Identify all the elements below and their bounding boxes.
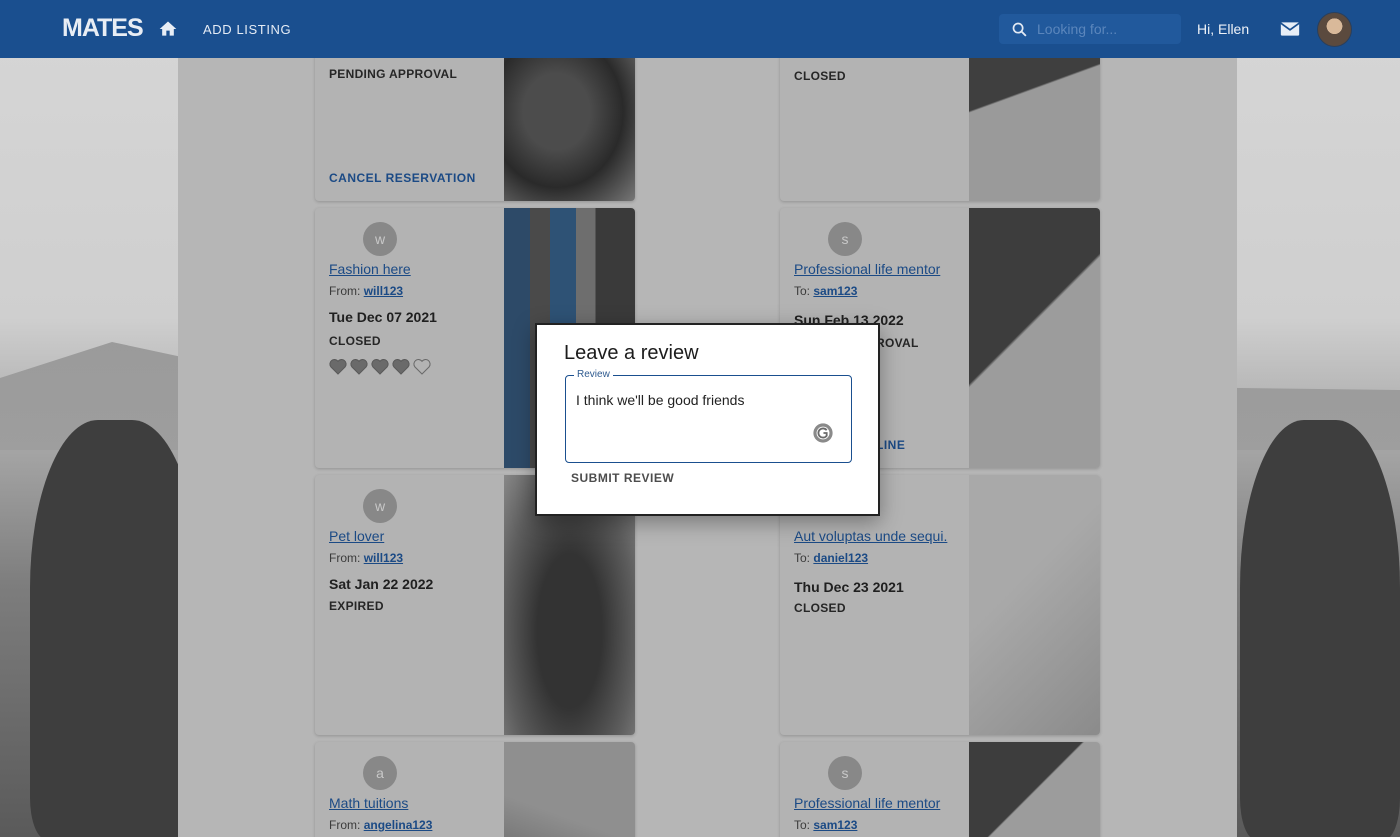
add-listing-link[interactable]: ADD LISTING <box>203 22 291 37</box>
dialog-title: Leave a review <box>564 342 699 364</box>
search-box <box>999 14 1181 44</box>
app-logo[interactable]: MATES <box>62 14 144 43</box>
review-dialog: Leave a review Review I think we'll be g… <box>535 323 880 516</box>
home-icon[interactable] <box>158 19 178 39</box>
top-navbar: MATES ADD LISTING Hi, Ellen <box>0 0 1400 58</box>
review-textarea[interactable]: I think we'll be good friends <box>576 392 801 442</box>
submit-review-button[interactable]: SUBMIT REVIEW <box>571 471 674 485</box>
mail-icon[interactable] <box>1280 21 1300 37</box>
review-field-label: Review <box>574 369 613 380</box>
grammarly-icon[interactable] <box>812 422 834 444</box>
user-avatar[interactable] <box>1317 12 1352 47</box>
review-field: Review I think we'll be good friends <box>565 369 852 463</box>
user-greeting: Hi, Ellen <box>1197 21 1250 37</box>
search-input[interactable] <box>1037 19 1172 39</box>
search-icon[interactable] <box>1011 21 1028 38</box>
